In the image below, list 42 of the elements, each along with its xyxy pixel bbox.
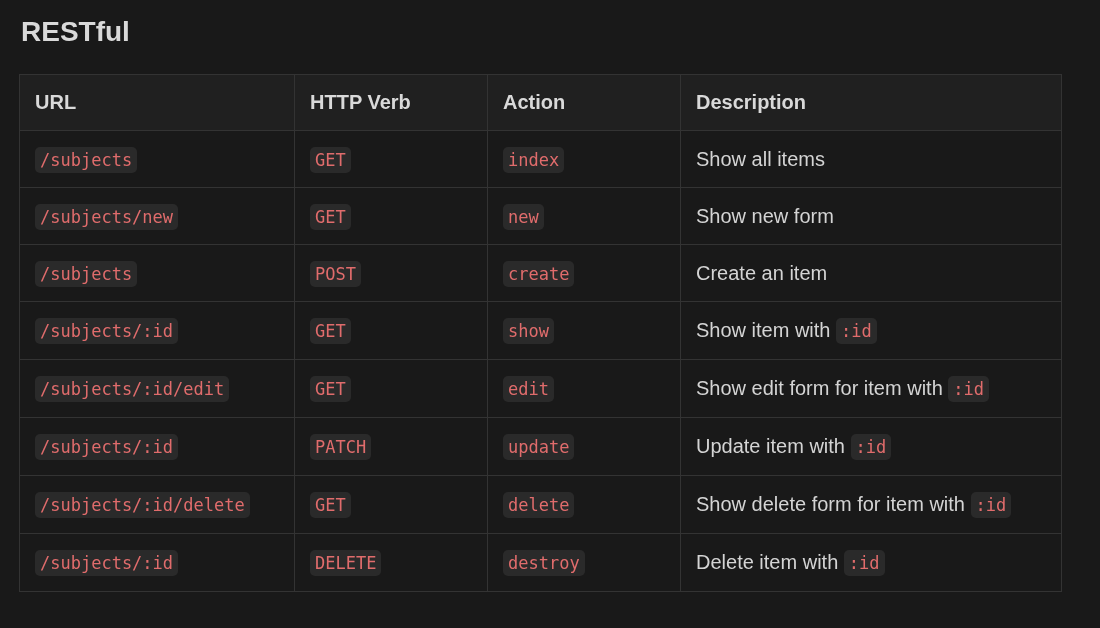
code-text: GET bbox=[310, 492, 351, 518]
column-header: Action bbox=[487, 74, 681, 131]
code-text: /subjects/new bbox=[35, 203, 179, 230]
description-text: Show all items bbox=[696, 148, 825, 170]
code-text: POST bbox=[310, 260, 361, 287]
code-text: destroy bbox=[503, 550, 585, 576]
code-text: /subjects/:id bbox=[35, 318, 179, 344]
code-text: new bbox=[503, 203, 544, 230]
code-text: :id bbox=[836, 318, 877, 344]
code-text: /subjects bbox=[35, 146, 138, 173]
column-header: Description bbox=[680, 74, 1062, 131]
code-text: :id bbox=[970, 492, 1012, 518]
description-text: Show edit form for item with bbox=[696, 377, 943, 399]
code-text: PATCH bbox=[310, 434, 372, 460]
code-text: DELETE bbox=[310, 550, 382, 576]
code-text: :id bbox=[948, 376, 990, 402]
code-text: create bbox=[503, 260, 575, 287]
code-text: GET bbox=[310, 203, 351, 230]
description-text: Show new form bbox=[696, 205, 834, 227]
column-header: HTTP Verb bbox=[294, 74, 488, 131]
description-text: Delete item with bbox=[696, 551, 839, 573]
code-text: :id bbox=[843, 550, 885, 576]
column-header: URL bbox=[19, 74, 295, 131]
description-text: Show delete form for item with bbox=[696, 493, 965, 515]
code-text: /subjects/:id bbox=[35, 550, 179, 576]
code-text: GET bbox=[310, 146, 351, 173]
code-text: show bbox=[503, 318, 554, 344]
section-heading: RESTful bbox=[21, 15, 131, 49]
code-text: /subjects bbox=[35, 260, 138, 287]
description-text: Show item with bbox=[696, 319, 831, 341]
code-text: update bbox=[503, 434, 575, 460]
code-text: edit bbox=[503, 376, 554, 402]
code-text: GET bbox=[310, 318, 351, 344]
code-text: /subjects/:id/delete bbox=[35, 492, 250, 518]
code-text: GET bbox=[310, 376, 351, 402]
code-text: index bbox=[503, 146, 565, 173]
description-text: Update item with bbox=[696, 435, 845, 457]
code-text: :id bbox=[850, 434, 892, 460]
code-text: delete bbox=[503, 492, 575, 518]
code-text: /subjects/:id/edit bbox=[35, 376, 230, 402]
description-text: Create an item bbox=[696, 262, 828, 284]
code-text: /subjects/:id bbox=[35, 434, 179, 460]
